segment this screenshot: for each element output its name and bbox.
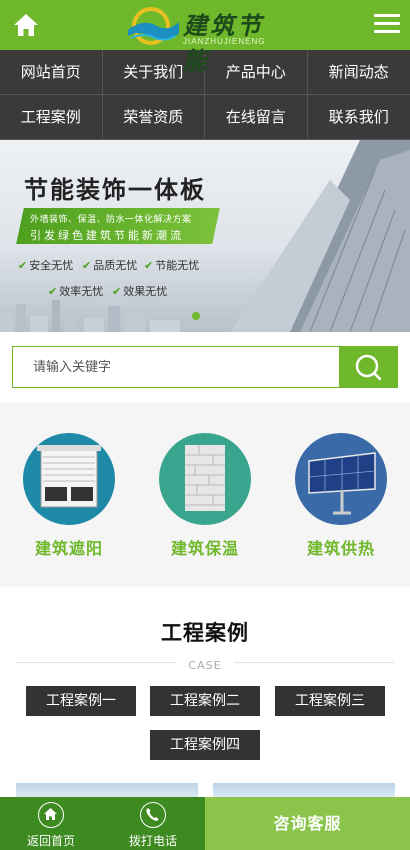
banner-slider[interactable]: 节能装饰一体板 外墙装饰、保温、防水一体化解决方案 引发绿色建筑节能新潮流 ✔ 安… — [0, 140, 410, 332]
nav-item-contact[interactable]: 联系我们 — [307, 95, 410, 140]
logo-emblem-icon — [128, 7, 179, 45]
logo[interactable]: 建筑节能 JIANZHUJIENENG — [125, 4, 290, 75]
section-subtitle: CASE — [16, 654, 394, 672]
category-label: 建筑保温 — [170, 539, 239, 558]
shutter-icon — [23, 433, 115, 525]
case-tab[interactable]: 工程案例一 — [26, 686, 136, 716]
banner-feature: ✔ 安全无忧 — [18, 259, 74, 272]
case-tab[interactable]: 工程案例三 — [275, 686, 385, 716]
logo-subtitle: JIANZHUJIENENG — [183, 37, 266, 46]
solar-panel-icon — [295, 433, 387, 525]
nav-item-honors[interactable]: 荣誉资质 — [102, 95, 205, 140]
call-label: 拨打电话 — [128, 834, 177, 848]
category-insulation[interactable]: 建筑保温 — [159, 433, 251, 559]
nav-item-news[interactable]: 新闻动态 — [307, 50, 410, 95]
nav-item-home[interactable]: 网站首页 — [0, 50, 103, 95]
skyline-image — [0, 300, 180, 332]
banner-feature: ✔ 效率无忧 — [48, 285, 104, 298]
consult-service-button[interactable]: 咨询客服 — [205, 797, 410, 850]
banner-feature: ✔ 效果无忧 — [112, 285, 168, 298]
slider-dot[interactable] — [192, 312, 200, 320]
phone-icon — [140, 802, 166, 828]
nav-item-message[interactable]: 在线留言 — [205, 95, 308, 140]
menu-icon[interactable] — [374, 14, 400, 36]
home-icon — [38, 802, 64, 828]
home-icon[interactable] — [12, 11, 40, 39]
banner-title: 节能装饰一体板 — [24, 176, 206, 204]
banner-line-1: 外墙装饰、保温、防水一体化解决方案 — [30, 215, 192, 225]
banner-feature: ✔ 品质无忧 — [82, 259, 138, 272]
banner-line-2: 引发绿色建筑节能新潮流 — [30, 229, 184, 242]
case-tab[interactable]: 工程案例四 — [150, 730, 260, 760]
bottom-bar: 返回首页 拨打电话 咨询客服 — [0, 797, 410, 850]
search-bar — [12, 346, 398, 388]
back-home-label: 返回首页 — [26, 834, 75, 848]
category-section: 建筑遮阳 建筑保温 建筑供热 — [0, 403, 410, 587]
category-heating[interactable]: 建筑供热 — [295, 433, 387, 559]
brick-wall-icon — [159, 433, 251, 525]
call-button[interactable]: 拨打电话 — [102, 797, 204, 850]
category-label: 建筑供热 — [306, 539, 375, 558]
section-title: 工程案例 — [161, 621, 249, 645]
case-tab[interactable]: 工程案例二 — [150, 686, 260, 716]
banner-feature: ✔ 节能无忧 — [144, 259, 200, 272]
header: 建筑节能 JIANZHUJIENENG — [0, 0, 410, 75]
search-icon — [355, 354, 382, 381]
category-label: 建筑遮阳 — [34, 539, 103, 558]
category-shading[interactable]: 建筑遮阳 — [23, 433, 115, 559]
nav-item-cases[interactable]: 工程案例 — [0, 95, 103, 140]
back-home-button[interactable]: 返回首页 — [0, 797, 102, 850]
search-button[interactable] — [339, 347, 397, 387]
buildings-image — [230, 140, 410, 332]
search-input[interactable] — [13, 347, 339, 387]
